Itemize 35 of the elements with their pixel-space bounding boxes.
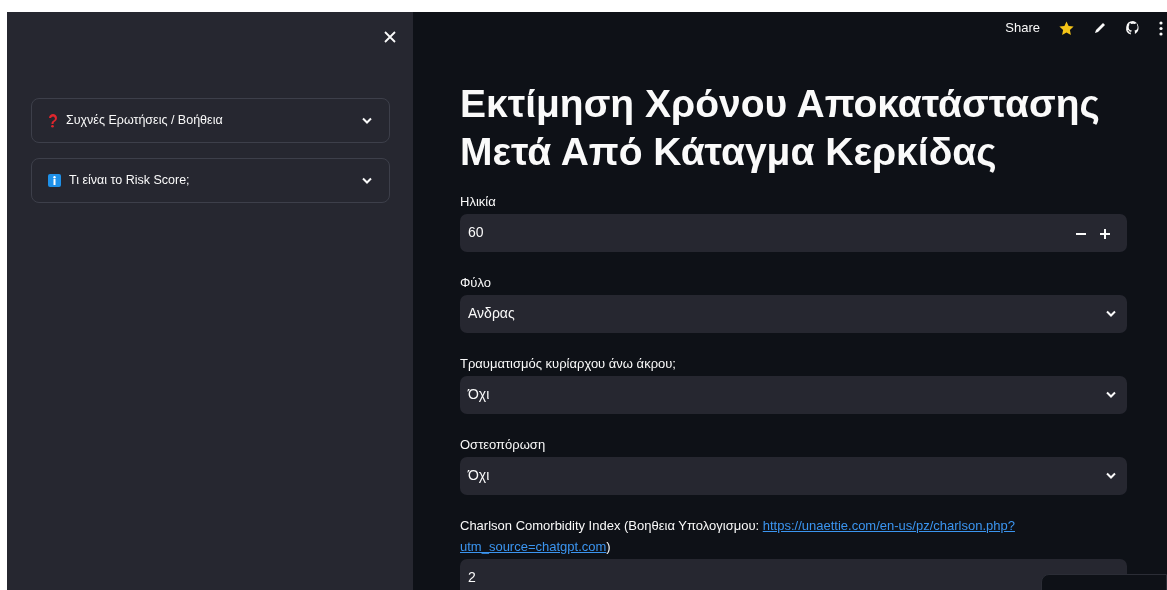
field-label: Τραυματισμός κυρίαρχου άνω άκρου; (460, 354, 677, 373)
star-button[interactable] (1058, 19, 1075, 37)
field-label: Ηλικία (460, 192, 497, 211)
minus-icon (1076, 232, 1086, 235)
github-button[interactable] (1125, 20, 1141, 36)
close-icon (383, 29, 397, 44)
edit-button[interactable] (1093, 21, 1107, 35)
chevron-icon (1105, 309, 1117, 318)
field-label: Φύλο (460, 273, 492, 292)
select-field[interactable]: Όχι (460, 375, 1127, 414)
menu-button[interactable] (1159, 20, 1163, 36)
chevron-icon (361, 176, 373, 185)
info-icon (48, 174, 61, 187)
number-input[interactable]: 2 (460, 558, 1127, 590)
link[interactable]: utm_source=chatgpt.com (460, 538, 607, 554)
field-label: Charlson Comorbidity Index (Βοηθεια Υπολογισμου: (460, 517, 761, 533)
github-icon (1125, 20, 1141, 36)
chevron-icon (1105, 390, 1117, 399)
page-title: Εκτίμηση Χρόνου Αποκατάστασης Μετά Από Κάταγμα Κερκίδας (460, 81, 1101, 176)
link[interactable]: https://unaettie.com/en-us/pz/charlson.php? (762, 517, 1015, 533)
number-input[interactable]: 60 (460, 213, 1127, 252)
select-field[interactable]: Όχι (460, 456, 1127, 495)
pencil-icon (1093, 21, 1107, 35)
sidebar-expander[interactable]: Τι είναι το Risk Score; (31, 158, 390, 203)
chevron-icon (361, 116, 373, 125)
chevron-icon (1105, 471, 1117, 480)
share-button[interactable]: Share (1005, 18, 1040, 38)
sidebar-expander[interactable]: Συχνές Ερωτήσεις / Βοήθεια (31, 98, 390, 143)
plus-icon (1100, 228, 1110, 239)
menu-icon (1159, 20, 1163, 36)
select-field[interactable]: Ανδρας (460, 294, 1127, 333)
star-icon (1058, 19, 1075, 37)
question-mark-icon (48, 113, 58, 128)
field-label: ) (606, 538, 611, 554)
field-label: Οστεοπόρωση (460, 435, 547, 454)
